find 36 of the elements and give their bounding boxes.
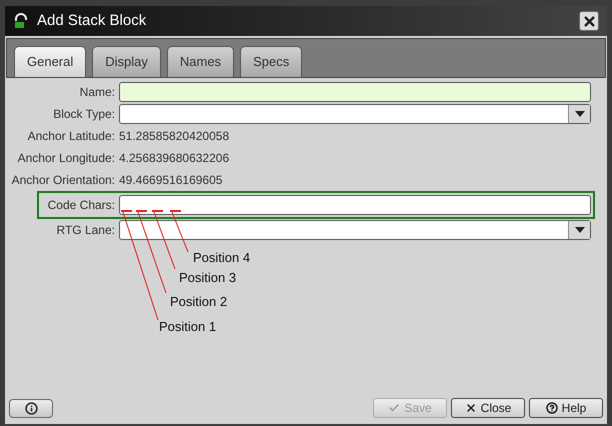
field-label: Code Chars: (46, 197, 116, 214)
info-button[interactable] (9, 398, 53, 418)
field-value: 51.28585820420058 (119, 128, 230, 145)
dropdown-field[interactable] (119, 220, 591, 240)
close-button[interactable] (579, 11, 599, 31)
position-label: Position 3 (179, 269, 236, 287)
field-label: Anchor Latitude: (26, 128, 116, 145)
position-label: Position 4 (193, 249, 250, 267)
field-value: 4.256839680632206 (119, 150, 230, 167)
field-label: Anchor Orientation: (10, 172, 116, 189)
save-icon (388, 402, 400, 414)
field-label: RTG Lane: (56, 222, 116, 239)
caret-icon (574, 227, 584, 233)
close-icon (464, 402, 477, 414)
text-field[interactable] (119, 195, 591, 215)
field-value: 49.4669516169605 (119, 172, 224, 189)
tab[interactable]: Display (92, 46, 161, 77)
caret-icon (574, 111, 584, 117)
field-label: Name: (78, 84, 116, 101)
help-icon (546, 402, 558, 414)
dropdown-field[interactable] (119, 104, 591, 124)
field-label: Block Type: (52, 106, 116, 123)
help-button[interactable]: Help (529, 398, 603, 418)
leader-line (170, 210, 188, 252)
info-icon (24, 402, 38, 414)
position-label: Position 2 (170, 293, 228, 311)
window-title: Add Stack Block (37, 10, 148, 31)
tab[interactable]: Names (166, 46, 234, 77)
text-field[interactable] (119, 82, 591, 102)
field-label: Anchor Longitude: (16, 150, 116, 167)
close-button[interactable]: Close (451, 398, 525, 418)
tab[interactable]: General (14, 46, 86, 77)
position-label: Position 1 (159, 318, 216, 336)
close-icon (582, 14, 596, 28)
lock-icon (13, 13, 29, 29)
tab[interactable]: Specs (240, 46, 302, 77)
